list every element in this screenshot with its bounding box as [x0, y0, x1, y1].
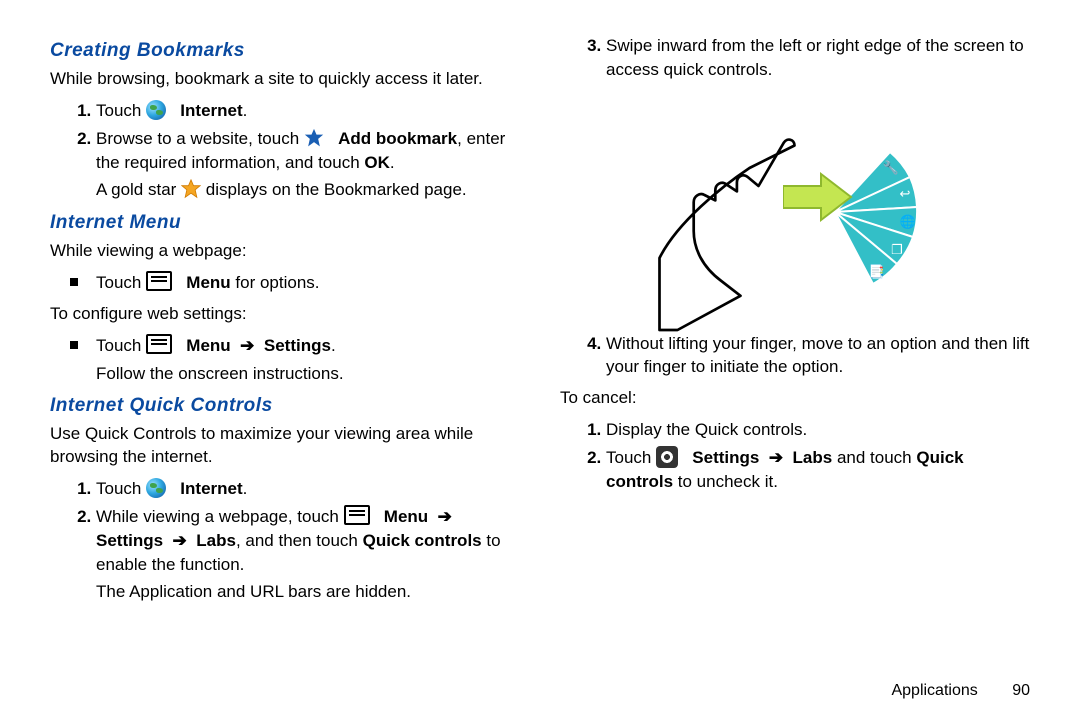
- qc-steps-left: Touch Internet. While viewing a webpage,…: [50, 477, 520, 604]
- pointing-hand-icon: [655, 132, 815, 332]
- quick-controls-label: Quick controls: [363, 531, 482, 550]
- qc-step-1: Touch Internet.: [96, 477, 520, 501]
- text: .: [243, 479, 248, 498]
- heading-quick-controls: Internet Quick Controls: [50, 395, 520, 417]
- qc-step-3: Swipe inward from the left or right edge…: [606, 34, 1030, 82]
- menu-icon: [146, 334, 172, 354]
- internet-globe-icon: [146, 478, 166, 498]
- left-column: Creating Bookmarks While browsing, bookm…: [50, 30, 540, 700]
- footer-section: Applications: [891, 682, 977, 699]
- quick-controls-illustration: 🔧 ↩ 🌐 ❐ 📑: [645, 92, 945, 322]
- svg-text:🔧: 🔧: [883, 159, 899, 175]
- text: displays on the Bookmarked page.: [206, 180, 467, 199]
- star-gold-icon: [181, 179, 201, 199]
- menu-bullet-options: Touch Menu for options.: [96, 271, 520, 295]
- text: .: [331, 336, 336, 355]
- bookmarks-steps: Touch Internet. Browse to a website, tou…: [50, 99, 520, 202]
- heading-internet-menu: Internet Menu: [50, 212, 520, 234]
- svg-text:🌐: 🌐: [900, 214, 916, 229]
- qc-steps-right: Swipe inward from the left or right edge…: [560, 34, 1030, 82]
- cancel-step-2: Touch Settings ➔ Labs and touch Quick co…: [606, 446, 1030, 494]
- bookmarks-intro: While browsing, bookmark a site to quick…: [50, 68, 520, 91]
- text: Touch: [96, 101, 146, 120]
- menu-bullets-2: Touch Menu ➔ Settings. Follow the onscre…: [50, 334, 520, 386]
- cancel-step-1: Display the Quick controls.: [606, 418, 1030, 442]
- menu-icon: [146, 271, 172, 291]
- text: Touch: [96, 273, 146, 292]
- menu-icon: [344, 505, 370, 525]
- text: and touch: [832, 448, 916, 467]
- svg-text:📑: 📑: [869, 264, 885, 279]
- text: to uncheck it.: [673, 472, 778, 491]
- menu-label: Menu: [384, 507, 428, 526]
- menu-bullet-settings: Touch Menu ➔ Settings. Follow the onscre…: [96, 334, 520, 386]
- text: for options.: [231, 273, 320, 292]
- right-column: Swipe inward from the left or right edge…: [540, 30, 1030, 700]
- page-footer: Applications 90: [891, 682, 1030, 700]
- bookmarks-step-2-note: A gold star displays on the Bookmarked p…: [96, 178, 520, 202]
- text: Touch: [96, 479, 146, 498]
- manual-page: Creating Bookmarks While browsing, bookm…: [0, 0, 1080, 720]
- menu-label: Menu: [186, 273, 230, 292]
- text: Touch: [606, 448, 656, 467]
- menu-label: Menu: [186, 336, 230, 355]
- arrow-icon: ➔: [240, 336, 254, 355]
- labs-label: Labs: [793, 448, 833, 467]
- text: , and then touch: [236, 531, 363, 550]
- follow-instructions: Follow the onscreen instructions.: [96, 362, 520, 386]
- internet-label: Internet: [180, 479, 242, 498]
- arrow-icon: ➔: [769, 448, 783, 467]
- cancel-label: To cancel:: [560, 387, 1030, 410]
- qc-step-2: While viewing a webpage, touch Menu ➔ Se…: [96, 505, 520, 604]
- text: While viewing a webpage, touch: [96, 507, 344, 526]
- qc-step-2-note: The Application and URL bars are hidden.: [96, 580, 520, 604]
- text: A gold star: [96, 180, 181, 199]
- settings-label: Settings: [96, 531, 163, 550]
- svg-text:↩: ↩: [900, 186, 911, 201]
- bookmarks-step-2: Browse to a website, touch Add bookmark,…: [96, 127, 520, 202]
- heading-creating-bookmarks: Creating Bookmarks: [50, 40, 520, 62]
- arrow-icon: ➔: [173, 531, 187, 550]
- gear-icon: [656, 446, 678, 468]
- star-blue-icon: [304, 128, 324, 148]
- text: .: [390, 153, 395, 172]
- internet-label: Internet: [180, 101, 242, 120]
- page-number: 90: [1012, 682, 1030, 699]
- qc-steps-right-2: Without lifting your finger, move to an …: [560, 332, 1030, 380]
- text: Touch: [96, 336, 146, 355]
- ok-label: OK: [364, 153, 390, 172]
- labs-label: Labs: [196, 531, 236, 550]
- menu-line1: While viewing a webpage:: [50, 240, 520, 263]
- settings-label: Settings: [264, 336, 331, 355]
- svg-text:❐: ❐: [891, 242, 903, 257]
- cancel-steps: Display the Quick controls. Touch Settin…: [560, 418, 1030, 493]
- text: .: [243, 101, 248, 120]
- qc-intro: Use Quick Controls to maximize your view…: [50, 423, 520, 469]
- text: Browse to a website, touch: [96, 129, 304, 148]
- settings-label: Settings: [692, 448, 759, 467]
- bookmarks-step-1: Touch Internet.: [96, 99, 520, 123]
- add-bookmark-label: Add bookmark: [338, 129, 457, 148]
- arrow-icon: ➔: [438, 507, 452, 526]
- menu-line2: To configure web settings:: [50, 303, 520, 326]
- qc-step-4: Without lifting your finger, move to an …: [606, 332, 1030, 380]
- menu-bullets-1: Touch Menu for options.: [50, 271, 520, 295]
- internet-globe-icon: [146, 100, 166, 120]
